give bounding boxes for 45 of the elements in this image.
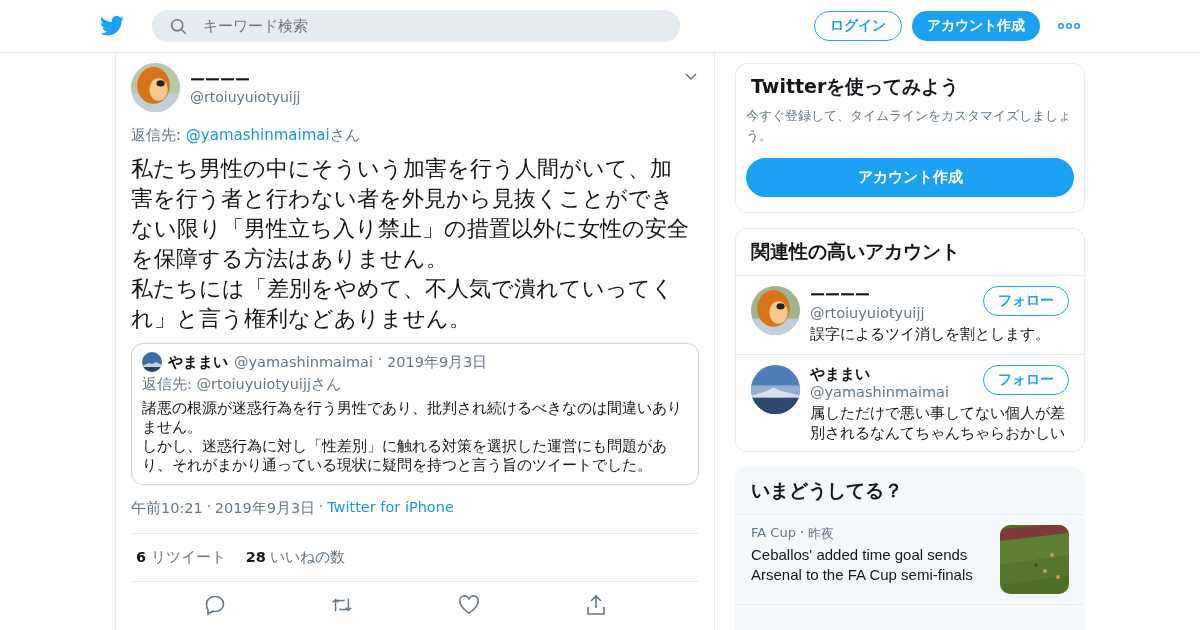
signup-button[interactable]: アカウント作成 [746, 158, 1074, 197]
quoted-text: しかし、迷惑行為に対し「性差別」に触れる対策を選択した運営にも問題があり、それがまかり通っている現状に疑問を持つと言う旨のツイートでした。 [142, 436, 668, 474]
bird-logo-icon[interactable] [100, 16, 124, 36]
more-icon[interactable] [1058, 23, 1080, 29]
user-handle[interactable]: @rtoiuyuiotyuijj [190, 89, 301, 106]
trend-headline: Ceballos' added time goal sends Arsenal to the FA Cup semi-finals [751, 545, 974, 585]
quoted-reply-to: 返信先: @rtoiuyuiotyuijjさん [142, 375, 342, 394]
account-handle[interactable]: @yamashinmaimai [810, 383, 950, 401]
trend-item[interactable]: FA Cup 昨夜 Ceballos' added time goal sends Arsenal to the FA Cup semi-finals [736, 515, 1084, 605]
follow-button[interactable]: フォロー [983, 365, 1069, 395]
share-icon[interactable] [584, 594, 607, 616]
tweet-text: 私たちには「差別をやめて、不人気で潰れていってくれ」と言う権利などありません。 [131, 274, 675, 333]
trend-time: 昨夜 [807, 525, 834, 543]
card-title: 関連性の高いアカウント [736, 229, 1084, 276]
card-title: Twitterを使ってみよう [750, 74, 961, 99]
stat-link[interactable]: 28 いいねの数 [245, 548, 346, 567]
signup-button[interactable]: アカウント作成 [912, 11, 1040, 41]
quoted-tweet[interactable]: やままい @yamashinmaimai 2019年9月3日 返信先: @rtoiuyuiotyuijjさん 諸悪の根源が迷惑行為を行う男性であり、批判され続けるべきなのは間違いありません。 しかし、迷惑行為に対し「性差別」に触れる対策を選択した運営にも問題があり、それがまかり通っている現状に疑問を持つと言う旨のツイートでした。 [131, 343, 699, 485]
account-bio: 誤字によるツイ消しを割とします。 [810, 325, 1051, 344]
source-link[interactable]: Twitter for iPhone [327, 499, 454, 518]
trend-category: FA Cup [751, 525, 796, 542]
heart-icon[interactable] [457, 594, 480, 616]
card-text: 今すぐ登録して、タイムラインをカスタマイズしましょう。 [746, 107, 1072, 145]
card-title: いまどうしてる？ [736, 468, 1084, 515]
tweet-time: 午前10:21 [131, 499, 203, 518]
account-handle[interactable]: @rtoiuyuiotyuijj [810, 304, 925, 322]
search-field[interactable]: キーワード検索 [152, 10, 680, 42]
user-name[interactable]: ーーーー [190, 72, 301, 89]
mention-link[interactable]: @yamashinmaimai [185, 126, 330, 144]
tweet-text: 私たち男性の中にそういう加害を行う人間がいて、加害を行う者と行わない者を外見から見抜くことができない限り「男性立ち入り禁止」の措置以外に女性の安全を保障する方法はありません。 [131, 154, 690, 273]
reply-to-text: 返信先: @yamashinmaimaiさん [131, 126, 361, 145]
login-button[interactable]: ログイン [814, 11, 902, 41]
account-bio: 属しただけで悪い事してない個人が差別されるなんてちゃんちゃらおかしい [810, 404, 1066, 443]
caret-icon[interactable] [685, 73, 697, 81]
account-name[interactable]: やままい [810, 365, 950, 383]
search-icon [170, 18, 187, 35]
account-name[interactable]: ーーーー [810, 286, 925, 304]
stat-link[interactable]: 6 リツイート [136, 548, 226, 567]
quoted-user-name: やままい [168, 352, 228, 372]
quoted-text: 諸悪の根源が迷惑行為を行う男性であり、批判され続けるべきなのは間違いありません。 [142, 398, 683, 436]
tweet-date: 2019年9月3日 [214, 499, 316, 518]
follow-button[interactable]: フォロー [983, 286, 1069, 316]
reply-icon[interactable] [203, 594, 226, 616]
quoted-date: 2019年9月3日 [387, 352, 488, 372]
quoted-user-handle: @yamashinmaimai [234, 354, 374, 370]
